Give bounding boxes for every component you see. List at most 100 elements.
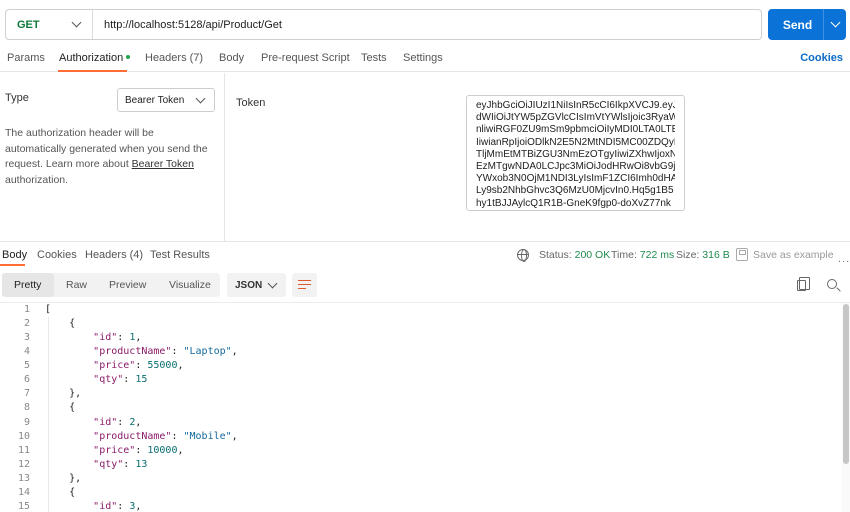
code-line: 15 "id": 3,: [0, 500, 850, 512]
token-line: dWIiOiJtYW5pZGVlcCIsImVtYWlsIjoic3RyaW5: [476, 112, 675, 124]
token-line: YWxob3N0OjM1NDI3LyIsImF1ZCI6Imh0dHA6: [476, 173, 675, 185]
tab-headers[interactable]: Headers (7): [145, 52, 203, 64]
view-mode-pretty[interactable]: Pretty: [14, 279, 41, 291]
save-as-example-button[interactable]: Save as example: [753, 249, 834, 261]
url-input[interactable]: http://localhost:5128/api/Product/Get: [93, 19, 282, 31]
chevron-down-icon: [195, 93, 206, 103]
line-number: 1: [23, 304, 30, 315]
code-text: {: [45, 486, 76, 498]
size-value: 316 B: [702, 249, 730, 261]
tab-pre-request-script[interactable]: Pre-request Script: [261, 52, 350, 64]
code-line: 1[: [0, 303, 850, 317]
code-line: 12 "qty": 13: [0, 458, 850, 472]
bearer-token-link[interactable]: Bearer Token: [132, 158, 194, 170]
save-icon[interactable]: [736, 248, 748, 261]
code-line: 5 "price": 55000,: [0, 359, 850, 373]
token-input[interactable]: eyJhbGciOiJIUzI1NiIsInR5cCI6IkpXVCJ9.eyJ…: [466, 95, 685, 211]
token-line: IiwianRpIjoiODlkN2E5N2MtNDI5MC00ZDQyL: [476, 136, 675, 148]
tab-response-body[interactable]: Body: [2, 249, 27, 261]
line-number: 4: [23, 346, 30, 358]
send-button[interactable]: Send: [768, 9, 846, 40]
chevron-down-icon: [71, 17, 82, 28]
response-tab-indicator: [0, 264, 25, 266]
line-number: 8: [23, 402, 30, 414]
code-line: 9 "id": 2,: [0, 416, 850, 430]
method-label: GET: [17, 18, 40, 31]
auth-type-value: Bearer Token: [125, 94, 185, 106]
copy-icon[interactable]: [797, 277, 810, 291]
line-number: 3: [23, 332, 30, 344]
view-mode-visualize[interactable]: Visualize: [169, 279, 211, 291]
line-number: 6: [23, 374, 30, 386]
token-line: nliwiRGF0ZU9mSm9pbmciOiIyMDI0LTA0LTE1: [476, 124, 675, 136]
send-options-button[interactable]: [824, 9, 846, 40]
response-tabs: Body Cookies Headers (4) Test Results St…: [0, 242, 850, 266]
code-line: 13 },: [0, 472, 850, 486]
line-number: 11: [17, 444, 30, 456]
code-text: },: [45, 472, 82, 484]
tab-authorization-label: Authorization: [59, 52, 124, 64]
code-line: 2 {: [0, 317, 850, 331]
line-number: 15: [17, 500, 30, 512]
line-number: 7: [23, 388, 30, 400]
code-text: "price": 55000,: [93, 360, 184, 372]
tab-settings[interactable]: Settings: [403, 52, 443, 64]
method-select[interactable]: GET: [6, 10, 93, 39]
view-mode-preview[interactable]: Preview: [109, 279, 146, 291]
auth-type-select[interactable]: Bearer Token: [117, 88, 215, 112]
tab-response-headers[interactable]: Headers (4): [85, 249, 143, 261]
token-line: EzMTgwNDA0LCJpc3MiOiJodHRwOi8vbG9j: [476, 161, 675, 173]
token-line: hy1tBJJAylcQ1R1B-GneK9fgp0-doXvZ77nk: [476, 197, 671, 209]
code-text: "qty": 13: [93, 458, 148, 470]
token-line: Ly9sb2NhbGhvc3Q6MzU0MjcvIn0.Hq5g1B5: [476, 185, 674, 197]
active-tab-indicator: [58, 70, 127, 72]
format-value: JSON: [235, 279, 263, 291]
code-text: "id": 1,: [93, 332, 142, 344]
active-dot-icon: [126, 55, 131, 59]
tab-body[interactable]: Body: [219, 52, 244, 64]
response-body-editor[interactable]: 1[2 {3 "id": 1, 4 "productName": "Laptop"…: [0, 303, 850, 512]
line-number: 13: [17, 472, 30, 484]
tab-params[interactable]: Params: [7, 52, 45, 64]
more-options-icon[interactable]: ...: [838, 253, 850, 265]
code-text: {: [45, 318, 76, 330]
format-select[interactable]: JSON: [227, 273, 286, 297]
code-text: "id": 2,: [93, 416, 142, 428]
globe-icon[interactable]: [517, 249, 529, 262]
auth-type-panel: Type Bearer Token The authorization head…: [0, 73, 225, 241]
wrap-lines-icon: [298, 280, 311, 282]
tab-response-cookies[interactable]: Cookies: [37, 249, 77, 261]
line-number: 2: [23, 318, 30, 330]
code-text: "productName": "Mobile",: [93, 430, 238, 442]
tab-authorization[interactable]: Authorization: [59, 52, 131, 64]
code-text: "id": 3,: [93, 500, 142, 512]
wrap-lines-button[interactable]: [292, 273, 317, 297]
line-number: 5: [23, 360, 30, 372]
view-mode-segmented-control: Pretty Raw Preview Visualize: [2, 273, 220, 297]
status-info: Status: 200 OK: [539, 249, 610, 261]
code-line: 14 {: [0, 486, 850, 500]
size-info: Size: 316 B: [676, 249, 730, 261]
status-label: Status:: [539, 249, 572, 261]
scrollbar-thumb[interactable]: [843, 304, 849, 464]
auth-help-text: The authorization header will be automat…: [5, 126, 215, 188]
type-label: Type: [5, 92, 29, 104]
code-line: 10 "productName": "Mobile",: [0, 430, 850, 444]
line-number: 12: [17, 458, 30, 470]
search-icon[interactable]: [827, 279, 837, 289]
tab-test-results[interactable]: Test Results: [150, 249, 210, 261]
wrap-lines-icon-line: [298, 284, 311, 286]
code-line: 11 "price": 10000,: [0, 444, 850, 458]
token-line: TljMmEtMTBiZGU3NmEzOTgyIiwiZXhwIjoxNz: [476, 148, 675, 160]
line-number: 10: [17, 430, 30, 442]
tab-tests[interactable]: Tests: [361, 52, 387, 64]
view-mode-raw[interactable]: Raw: [66, 279, 87, 291]
code-text: "qty": 15: [93, 374, 148, 386]
code-line: 7 },: [0, 387, 850, 401]
size-label: Size:: [676, 249, 700, 261]
cookies-link[interactable]: Cookies: [800, 52, 843, 64]
token-line: eyJhbGciOiJIUzI1NiIsInR5cCI6IkpXVCJ9.eyJ…: [476, 100, 675, 111]
line-number: 9: [23, 416, 30, 428]
request-tabs: Params Authorization Headers (7) Body Pr…: [0, 46, 850, 72]
chevron-down-icon: [267, 278, 278, 288]
